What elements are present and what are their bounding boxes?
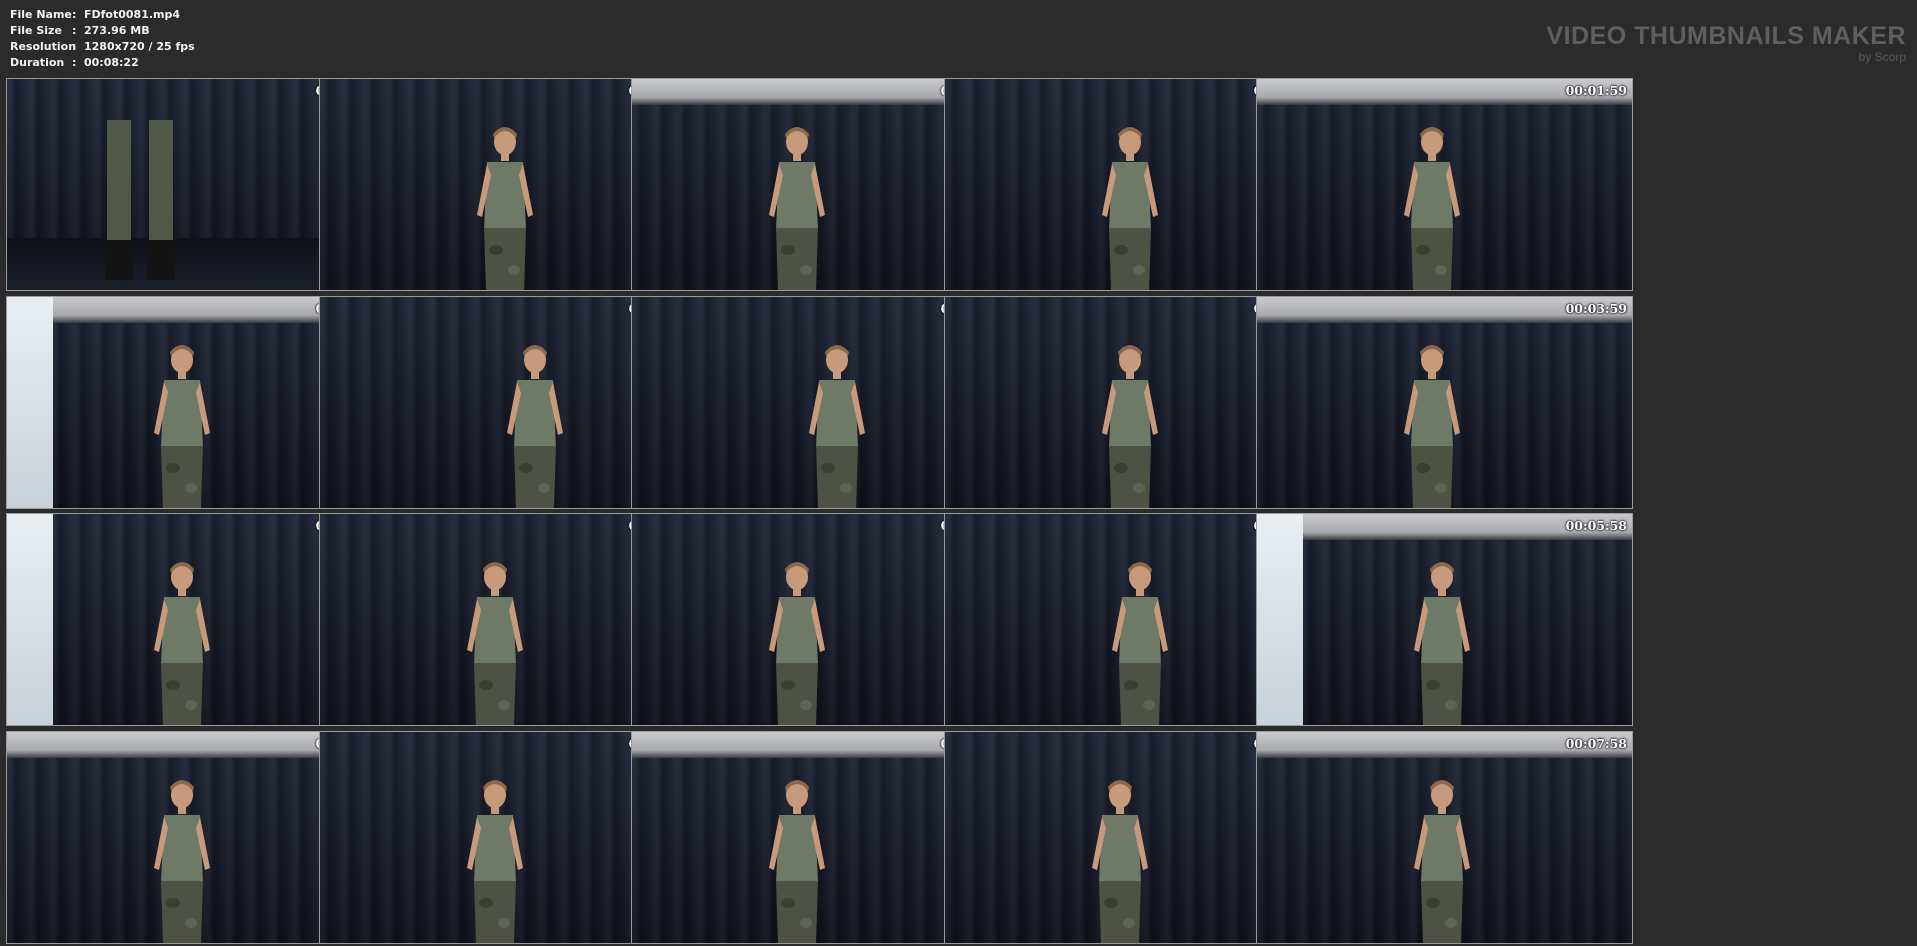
person-figure [1414, 562, 1470, 725]
person-figure [1414, 780, 1470, 943]
window [7, 514, 53, 725]
thumbnail-timestamp: 00:03:59 [1565, 301, 1627, 316]
thumbnail-timestamp: 00:01:59 [1565, 83, 1627, 98]
video-thumbnail[interactable]: 00:01:59 [1256, 78, 1633, 291]
person-figure [105, 120, 175, 280]
window [1257, 514, 1303, 725]
person-figure [467, 562, 523, 725]
window [7, 297, 53, 508]
person-figure [154, 345, 210, 508]
person-figure [1102, 345, 1158, 508]
person-figure [467, 780, 523, 943]
person-figure [477, 127, 533, 290]
thumbnail-timestamp: 00:05:58 [1565, 518, 1627, 533]
video-thumbnail[interactable]: 00:05:58 [1256, 513, 1633, 726]
person-figure [507, 345, 563, 508]
person-figure [1404, 345, 1460, 508]
video-thumbnail[interactable]: 00:03:59 [1256, 296, 1633, 509]
person-figure [154, 780, 210, 943]
person-figure [769, 780, 825, 943]
person-figure [1092, 780, 1148, 943]
person-figure [1102, 127, 1158, 290]
person-figure [1404, 127, 1460, 290]
person-figure [769, 562, 825, 725]
person-figure [769, 127, 825, 290]
person-figure [154, 562, 210, 725]
thumbnail-grid: 00:00:2300:00:4700:01:1100:01:3500:01:59… [0, 0, 1917, 946]
person-figure [809, 345, 865, 508]
person-figure [1112, 562, 1168, 725]
video-thumbnail[interactable]: 00:07:58 [1256, 731, 1633, 944]
thumbnail-timestamp: 00:07:58 [1565, 736, 1627, 751]
